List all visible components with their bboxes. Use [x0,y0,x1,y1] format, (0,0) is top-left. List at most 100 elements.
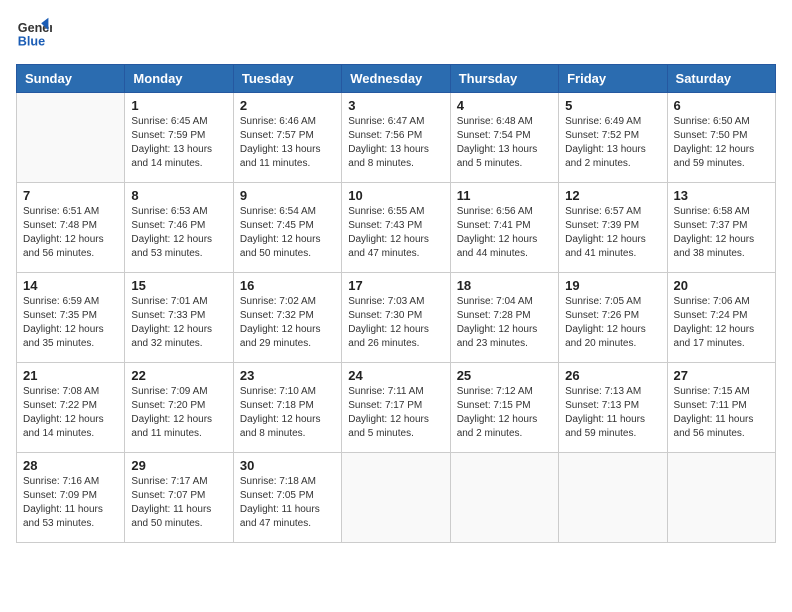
calendar-cell: 4Sunrise: 6:48 AM Sunset: 7:54 PM Daylig… [450,93,558,183]
column-header-sunday: Sunday [17,65,125,93]
day-info: Sunrise: 7:01 AM Sunset: 7:33 PM Dayligh… [131,295,226,351]
calendar-cell: 13Sunrise: 6:58 AM Sunset: 7:37 PM Dayli… [667,183,775,273]
day-info: Sunrise: 6:46 AM Sunset: 7:57 PM Dayligh… [240,115,335,171]
day-info: Sunrise: 6:54 AM Sunset: 7:45 PM Dayligh… [240,205,335,261]
calendar-cell: 14 Sunrise: 6:59 AM Sunset: 7:35 PM Dayli… [17,273,125,363]
day-info: Sunrise: 7:15 AM Sunset: 7:11 PM Dayligh… [674,385,769,441]
calendar-cell: 15Sunrise: 7:01 AM Sunset: 7:33 PM Dayli… [125,273,233,363]
day-number: 13 [674,188,769,203]
column-header-wednesday: Wednesday [342,65,450,93]
day-info: Sunrise: 6:53 AM Sunset: 7:46 PM Dayligh… [131,205,226,261]
day-info: Sunrise: 7:10 AM Sunset: 7:18 PM Dayligh… [240,385,335,441]
column-header-saturday: Saturday [667,65,775,93]
day-number: 3 [348,98,443,113]
calendar-cell: 5 Sunrise: 6:49 AM Sunset: 7:52 PM Daylig… [559,93,667,183]
day-info: Sunrise: 6:56 AM Sunset: 7:41 PM Dayligh… [457,205,552,261]
calendar-cell: 26 Sunrise: 7:13 AM Sunset: 7:13 PM Dayli… [559,363,667,453]
day-number: 27 [674,368,769,383]
column-header-thursday: Thursday [450,65,558,93]
column-header-tuesday: Tuesday [233,65,341,93]
day-info: Sunrise: 6:45 AM Sunset: 7:59 PM Dayligh… [131,115,226,171]
day-number: 26 [565,368,660,383]
day-number: 8 [131,188,226,203]
day-number: 9 [240,188,335,203]
day-number: 6 [674,98,769,113]
day-info: Sunrise: 7:05 AM Sunset: 7:26 PM Dayligh… [565,295,660,351]
calendar-table: SundayMondayTuesdayWednesdayThursdayFrid… [16,64,776,543]
calendar-cell [17,93,125,183]
day-info: Sunrise: 6:49 AM Sunset: 7:52 PM Dayligh… [565,115,660,171]
day-info: Sunrise: 7:18 AM Sunset: 7:05 PM Dayligh… [240,475,335,531]
calendar-header-row: SundayMondayTuesdayWednesdayThursdayFrid… [17,65,776,93]
day-info: Sunrise: 6:48 AM Sunset: 7:54 PM Dayligh… [457,115,552,171]
day-info: Sunrise: 7:17 AM Sunset: 7:07 PM Dayligh… [131,475,226,531]
calendar-cell: 10 Sunrise: 6:55 AM Sunset: 7:43 PM Dayli… [342,183,450,273]
column-header-friday: Friday [559,65,667,93]
calendar-cell: 3 Sunrise: 6:47 AM Sunset: 7:56 PM Daylig… [342,93,450,183]
day-info: Sunrise: 7:12 AM Sunset: 7:15 PM Dayligh… [457,385,552,441]
day-info: Sunrise: 7:09 AM Sunset: 7:20 PM Dayligh… [131,385,226,441]
day-number: 18 [457,278,552,293]
calendar-cell: 20 Sunrise: 7:06 AM Sunset: 7:24 PM Dayli… [667,273,775,363]
day-number: 23 [240,368,335,383]
calendar-cell: 24 Sunrise: 7:11 AM Sunset: 7:17 PM Dayli… [342,363,450,453]
svg-text:Blue: Blue [18,35,45,49]
calendar-week-1: 1 Sunrise: 6:45 AM Sunset: 7:59 PM Daylig… [17,93,776,183]
day-info: Sunrise: 6:51 AM Sunset: 7:48 PM Dayligh… [23,205,118,261]
calendar-cell: 23 Sunrise: 7:10 AM Sunset: 7:18 PM Dayli… [233,363,341,453]
day-number: 16 [240,278,335,293]
day-number: 29 [131,458,226,473]
calendar-cell: 7 Sunrise: 6:51 AM Sunset: 7:48 PM Daylig… [17,183,125,273]
calendar-week-2: 7 Sunrise: 6:51 AM Sunset: 7:48 PM Daylig… [17,183,776,273]
calendar-week-5: 28Sunrise: 7:16 AM Sunset: 7:09 PM Dayli… [17,453,776,543]
day-number: 1 [131,98,226,113]
day-number: 22 [131,368,226,383]
calendar-cell [342,453,450,543]
day-info: Sunrise: 6:55 AM Sunset: 7:43 PM Dayligh… [348,205,443,261]
day-number: 20 [674,278,769,293]
day-number: 17 [348,278,443,293]
calendar-cell: 25Sunrise: 7:12 AM Sunset: 7:15 PM Dayli… [450,363,558,453]
day-info: Sunrise: 7:04 AM Sunset: 7:28 PM Dayligh… [457,295,552,351]
day-info: Sunrise: 7:08 AM Sunset: 7:22 PM Dayligh… [23,385,118,441]
calendar-cell: 29 Sunrise: 7:17 AM Sunset: 7:07 PM Dayli… [125,453,233,543]
calendar-cell [667,453,775,543]
calendar-cell: 17 Sunrise: 7:03 AM Sunset: 7:30 PM Dayli… [342,273,450,363]
calendar-cell [450,453,558,543]
day-number: 7 [23,188,118,203]
day-number: 14 [23,278,118,293]
page-header: General Blue [16,16,776,52]
calendar-cell: 27 Sunrise: 7:15 AM Sunset: 7:11 PM Dayli… [667,363,775,453]
day-info: Sunrise: 6:47 AM Sunset: 7:56 PM Dayligh… [348,115,443,171]
day-info: Sunrise: 7:11 AM Sunset: 7:17 PM Dayligh… [348,385,443,441]
day-number: 11 [457,188,552,203]
day-number: 24 [348,368,443,383]
calendar-cell: 19 Sunrise: 7:05 AM Sunset: 7:26 PM Dayli… [559,273,667,363]
day-number: 10 [348,188,443,203]
calendar-cell: 8 Sunrise: 6:53 AM Sunset: 7:46 PM Daylig… [125,183,233,273]
day-info: Sunrise: 7:06 AM Sunset: 7:24 PM Dayligh… [674,295,769,351]
day-info: Sunrise: 6:59 AM Sunset: 7:35 PM Dayligh… [23,295,118,351]
calendar-cell: 30 Sunrise: 7:18 AM Sunset: 7:05 PM Dayli… [233,453,341,543]
day-info: Sunrise: 6:57 AM Sunset: 7:39 PM Dayligh… [565,205,660,261]
logo-icon: General Blue [16,16,52,52]
day-number: 28 [23,458,118,473]
day-number: 2 [240,98,335,113]
calendar-cell: 12Sunrise: 6:57 AM Sunset: 7:39 PM Dayli… [559,183,667,273]
calendar-cell [559,453,667,543]
calendar-cell: 11 Sunrise: 6:56 AM Sunset: 7:41 PM Dayli… [450,183,558,273]
calendar-cell: 9 Sunrise: 6:54 AM Sunset: 7:45 PM Daylig… [233,183,341,273]
calendar-cell: 21 Sunrise: 7:08 AM Sunset: 7:22 PM Dayli… [17,363,125,453]
calendar-cell: 1 Sunrise: 6:45 AM Sunset: 7:59 PM Daylig… [125,93,233,183]
calendar-cell: 16Sunrise: 7:02 AM Sunset: 7:32 PM Dayli… [233,273,341,363]
day-number: 30 [240,458,335,473]
day-info: Sunrise: 7:03 AM Sunset: 7:30 PM Dayligh… [348,295,443,351]
calendar-cell: 6 Sunrise: 6:50 AM Sunset: 7:50 PM Daylig… [667,93,775,183]
calendar-cell: 22 Sunrise: 7:09 AM Sunset: 7:20 PM Dayli… [125,363,233,453]
day-number: 21 [23,368,118,383]
day-number: 5 [565,98,660,113]
calendar-cell: 28Sunrise: 7:16 AM Sunset: 7:09 PM Dayli… [17,453,125,543]
day-info: Sunrise: 7:13 AM Sunset: 7:13 PM Dayligh… [565,385,660,441]
day-number: 19 [565,278,660,293]
day-info: Sunrise: 6:50 AM Sunset: 7:50 PM Dayligh… [674,115,769,171]
